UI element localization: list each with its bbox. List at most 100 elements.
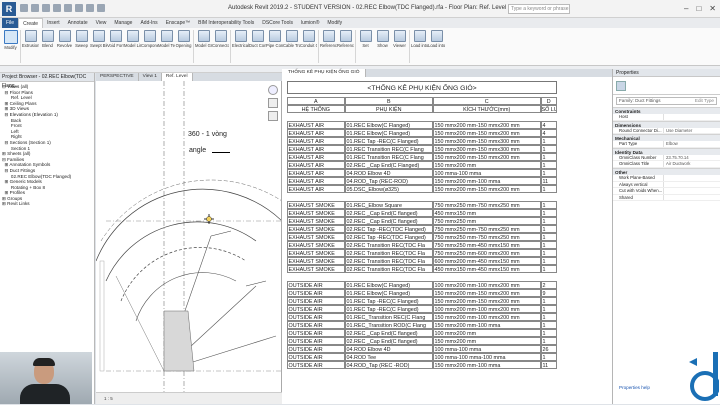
- search-input[interactable]: Type a keyword or phrase: [508, 4, 570, 14]
- opening-button[interactable]: Opening: [175, 28, 192, 62]
- duct-connector-button[interactable]: Duct Connector: [249, 28, 266, 62]
- close-icon[interactable]: ✕: [709, 4, 716, 13]
- property-row[interactable]: OmniClass Number 23.75.70.14: [613, 154, 720, 162]
- tab-insert[interactable]: Insert: [43, 18, 64, 28]
- property-group[interactable]: Identity Data: [613, 147, 720, 155]
- tag-icon[interactable]: [86, 4, 94, 12]
- tab-add-ins[interactable]: Add-Ins: [136, 18, 161, 28]
- column-header[interactable]: KÍCH THƯỚC(mm): [432, 104, 541, 113]
- edit-type-button[interactable]: Edit Type: [695, 98, 716, 104]
- table-cell[interactable]: 150 mmx200 mm-100 mma: [432, 360, 541, 369]
- extrusion-button[interactable]: Extrusion: [22, 28, 39, 62]
- set-button[interactable]: Set: [357, 28, 374, 62]
- property-value[interactable]: Air Ductwork: [663, 161, 720, 167]
- cable-tray-connector-button[interactable]: Cable Tray Connector: [283, 28, 300, 62]
- sweep-button[interactable]: Sweep: [73, 28, 90, 62]
- property-row[interactable]: OmniClass Title Air Ductwork: [613, 161, 720, 168]
- tab-schedule[interactable]: THỐNG KÊ PHỤ KIỆN ỐNG GIÓ: [282, 69, 367, 77]
- measure-icon[interactable]: [75, 4, 83, 12]
- connector-button[interactable]: Connector: [212, 28, 229, 62]
- modify-button[interactable]: Modify: [2, 28, 19, 62]
- blend-button[interactable]: Blend: [39, 28, 56, 62]
- save-icon[interactable]: [31, 4, 39, 12]
- property-group[interactable]: Mechanical: [613, 134, 720, 142]
- zoom-icon[interactable]: [268, 98, 278, 108]
- property-value[interactable]: [663, 194, 720, 201]
- property-value[interactable]: Use Diameter: [663, 127, 720, 134]
- column-header[interactable]: PHỤ KIỆN: [344, 104, 433, 113]
- zoom-region-icon[interactable]: [268, 111, 278, 121]
- property-row[interactable]: Round Connector Di... Use Diameter: [613, 127, 720, 135]
- view-tab[interactable]: Ref. Level: [161, 73, 193, 81]
- view-tab[interactable]: PERSPECTIVE: [96, 73, 139, 81]
- reference-line-button[interactable]: Reference Line: [320, 28, 337, 62]
- view-scale[interactable]: 1 : 5: [104, 396, 113, 401]
- table-cell[interactable]: 02.REC Transition REC(TDC Fla: [344, 264, 433, 273]
- property-group[interactable]: Dimensions: [613, 120, 720, 128]
- maximize-icon[interactable]: □: [696, 4, 701, 13]
- model-group-button[interactable]: Model Group: [195, 28, 212, 62]
- table-cell[interactable]: 05.DSC_Elbow(ø325): [344, 184, 433, 193]
- reference-plane-button[interactable]: Reference Plane: [337, 28, 354, 62]
- show-button[interactable]: Show: [374, 28, 391, 62]
- properties-help-link[interactable]: Properties help: [619, 385, 650, 390]
- table-cell[interactable]: EXHAUST AIR: [286, 184, 345, 193]
- property-value[interactable]: 23.75.70.14: [663, 154, 720, 161]
- column-header[interactable]: HỆ THỐNG: [286, 104, 345, 113]
- tab-lumion-[interactable]: lumion®: [297, 18, 323, 28]
- tab-manage[interactable]: Manage: [110, 18, 136, 28]
- table-cell[interactable]: 11: [540, 360, 557, 369]
- property-value[interactable]: [663, 114, 720, 120]
- pipe-connector-button[interactable]: Pipe Connector: [266, 28, 283, 62]
- minimize-icon[interactable]: –: [684, 4, 688, 13]
- tab-dscore-tools[interactable]: DSCore Tools: [258, 18, 297, 28]
- load-into-project-button[interactable]: Load into Project: [411, 28, 428, 62]
- revit-logo[interactable]: R: [2, 2, 16, 16]
- undo-icon[interactable]: [42, 4, 50, 12]
- family-selector[interactable]: Family: Duct Fittings Edit Type: [616, 97, 717, 105]
- tab-view[interactable]: View: [92, 18, 111, 28]
- revolve-button[interactable]: Revolve: [56, 28, 73, 62]
- print-icon[interactable]: [64, 4, 72, 12]
- 3d-view-icon[interactable]: [97, 4, 105, 12]
- model-text-button[interactable]: Model Text: [158, 28, 175, 62]
- viewer-button[interactable]: Viewer: [391, 28, 408, 62]
- table-cell[interactable]: 450 mmx150 mm-450 mmx150 mm: [432, 264, 541, 273]
- property-row[interactable]: Part Type Elbow: [613, 141, 720, 148]
- property-value[interactable]: Elbow: [663, 141, 720, 147]
- table-cell[interactable]: 1: [540, 264, 557, 273]
- swept-blend-button[interactable]: Swept Blend: [90, 28, 107, 62]
- open-icon[interactable]: [20, 4, 28, 12]
- tab-file[interactable]: File: [2, 18, 19, 28]
- property-group[interactable]: Other: [613, 167, 720, 175]
- tab-create[interactable]: Create: [18, 18, 44, 28]
- electrical-connector-button[interactable]: Electrical Connector: [232, 28, 249, 62]
- drawing-canvas[interactable]: 360 - 1 vòng angle: [96, 81, 282, 392]
- component-button[interactable]: Component: [141, 28, 158, 62]
- tab-bim-interoperability-tools[interactable]: BIM Interoperability Tools: [194, 18, 258, 28]
- view-tab[interactable]: View 1: [139, 73, 162, 81]
- conduit-connector-button[interactable]: Conduit Connector: [300, 28, 317, 62]
- property-value[interactable]: [663, 181, 720, 188]
- steering-wheel-icon[interactable]: [268, 85, 278, 95]
- void-forms-button[interactable]: Void Forms: [107, 28, 124, 62]
- tab-modify[interactable]: Modify: [323, 18, 346, 28]
- property-value[interactable]: [663, 188, 720, 194]
- property-row[interactable]: Cut with Voids When...: [613, 188, 720, 195]
- tab-annotate[interactable]: Annotate: [64, 18, 92, 28]
- property-row[interactable]: Work Plane-Based: [613, 174, 720, 182]
- property-row[interactable]: Host: [613, 114, 720, 121]
- browser-item[interactable]: ⊞ Revit Links: [2, 201, 92, 207]
- table-cell[interactable]: EXHAUST SMOKE: [286, 264, 345, 273]
- table-cell[interactable]: OUTSIDE AIR: [286, 360, 345, 369]
- load-into-project-and-close-button[interactable]: Load into Project and Close: [428, 28, 445, 62]
- model-line-button[interactable]: Model Line: [124, 28, 141, 62]
- property-group[interactable]: Constraints: [613, 107, 720, 114]
- property-value[interactable]: [663, 174, 720, 181]
- table-cell[interactable]: 04.ROD_Tap (REC -ROD): [344, 360, 433, 369]
- tab-enscape-[interactable]: Enscape™: [162, 18, 194, 28]
- table-cell[interactable]: 150 mmx200 mm-150 mmx200 mm: [432, 184, 541, 193]
- property-row[interactable]: Always vertical: [613, 181, 720, 189]
- type-selector[interactable]: [613, 77, 720, 95]
- property-row[interactable]: Shared: [613, 194, 720, 202]
